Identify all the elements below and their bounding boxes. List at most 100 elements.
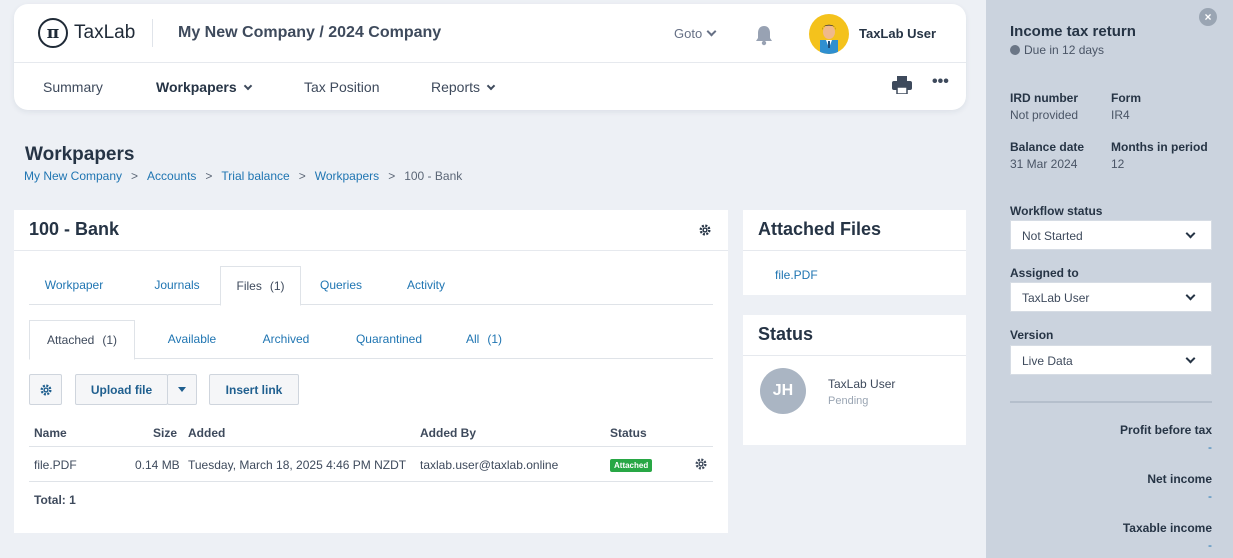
files-total: Total: 1 [34, 493, 76, 507]
company-title[interactable]: My New Company / 2024 Company [178, 24, 441, 42]
nav-reports-label: Reports [431, 79, 481, 95]
breadcrumb-company[interactable]: My New Company [24, 169, 122, 183]
file-added-by: taxlab.user@taxlab.online [420, 458, 559, 472]
chevron-down-icon [1185, 353, 1196, 364]
column-status[interactable]: Status [610, 426, 647, 440]
taxable-income-value[interactable]: - [1208, 538, 1212, 552]
status-card: Status JH TaxLab User Pending [743, 315, 966, 445]
taxable-income-label: Taxable income [1122, 521, 1212, 535]
workflow-label: Workflow status [1010, 204, 1103, 218]
bell-icon[interactable] [754, 24, 774, 46]
balance-date-value: 31 Mar 2024 [1010, 157, 1078, 171]
avatar: JH [760, 368, 806, 414]
tab-journals[interactable]: Journals [135, 266, 219, 305]
status-user: TaxLab User [828, 377, 896, 391]
breadcrumb-trial-balance[interactable]: Trial balance [221, 169, 289, 183]
main-nav: Summary Workpapers Tax Position Reports … [14, 63, 966, 109]
subtab-attached-label: Attached [46, 333, 95, 347]
nav-workpapers-label: Workpapers [156, 79, 237, 95]
printer-icon[interactable] [892, 76, 912, 94]
more-options-icon[interactable]: ••• [932, 73, 949, 91]
file-added: Tuesday, March 18, 2025 4:46 PM NZDT [188, 458, 407, 472]
nav-summary[interactable]: Summary [43, 79, 103, 95]
goto-label: Goto [674, 26, 703, 41]
balance-date-label: Balance date [1010, 140, 1085, 154]
upload-options-button[interactable] [167, 374, 197, 405]
tab-workpaper[interactable]: Workpaper [29, 266, 119, 305]
version-value: Live Data [1022, 354, 1073, 368]
column-size[interactable]: Size [153, 426, 177, 440]
file-filter-tabs: Attached (1) Available Archived Quarantin… [29, 320, 713, 360]
sidebar-title: Income tax return [1010, 23, 1136, 40]
tab-files[interactable]: Files (1) [220, 266, 301, 306]
logo-mark: π [38, 18, 68, 48]
chevron-down-icon [1185, 228, 1196, 239]
close-icon[interactable]: × [1199, 8, 1217, 26]
attached-file-link[interactable]: file.PDF [775, 268, 818, 282]
caret-down-icon [178, 387, 186, 392]
assigned-value: TaxLab User [1022, 291, 1090, 305]
workflow-status-select[interactable]: Not Started [1010, 220, 1212, 250]
subtab-archived[interactable]: Archived [241, 320, 331, 359]
tab-queries[interactable]: Queries [301, 266, 381, 305]
tab-files-count: (1) [269, 279, 285, 293]
breadcrumb-accounts[interactable]: Accounts [147, 169, 196, 183]
column-name[interactable]: Name [34, 426, 67, 440]
column-added[interactable]: Added [188, 426, 225, 440]
status-state: Pending [828, 395, 869, 407]
version-select[interactable]: Live Data [1010, 345, 1212, 375]
ird-label: IRD number [1010, 91, 1079, 105]
nav-tax-position[interactable]: Tax Position [304, 79, 379, 95]
user-name[interactable]: TaxLab User [859, 26, 936, 41]
column-added-by[interactable]: Added By [420, 426, 476, 440]
form-label: Form [1111, 91, 1141, 105]
sidebar-divider [1010, 401, 1212, 403]
breadcrumb-workpapers[interactable]: Workpapers [315, 169, 379, 183]
gear-icon[interactable] [695, 458, 707, 470]
top-bar: π TaxLab My New Company / 2024 Company G… [14, 4, 966, 63]
insert-link-button[interactable]: Insert link [209, 374, 299, 405]
tab-activity[interactable]: Activity [385, 266, 467, 305]
due-text: Due in 12 days [1024, 43, 1105, 57]
version-label: Version [1010, 328, 1054, 342]
table-header: Name Size Added Added By Status [29, 422, 713, 447]
upload-file-button[interactable]: Upload file [75, 374, 168, 405]
subtab-available[interactable]: Available [149, 320, 235, 359]
net-income-value[interactable]: - [1208, 489, 1212, 503]
ird-value: Not provided [1010, 108, 1079, 122]
attached-files-card: Attached Files file.PDF [743, 210, 966, 295]
breadcrumb-separator: > [388, 169, 396, 183]
form-value: IR4 [1111, 108, 1130, 122]
file-settings-button[interactable] [29, 374, 62, 405]
chevron-down-icon [243, 81, 252, 91]
tab-files-label: Files [236, 279, 262, 293]
breadcrumb-separator: > [205, 169, 213, 183]
file-name-link[interactable]: file.PDF [34, 458, 77, 472]
nav-workpapers[interactable]: Workpapers [156, 79, 252, 95]
assigned-to-select[interactable]: TaxLab User [1010, 282, 1212, 312]
clock-icon [1010, 45, 1020, 55]
profit-before-tax-value[interactable]: - [1208, 440, 1212, 454]
subtab-all-count: (1) [487, 332, 502, 346]
avatar-person-icon [820, 24, 838, 54]
taxlab-logo[interactable]: π TaxLab [38, 18, 135, 48]
months-value: 12 [1111, 157, 1125, 171]
workpaper-tabs: Workpaper Journals Files (1) Queries Acti… [29, 266, 713, 306]
page-title: Workpapers [25, 144, 135, 165]
user-avatar[interactable] [809, 14, 849, 54]
panel-title: 100 - Bank [29, 219, 120, 239]
gear-icon[interactable] [699, 224, 711, 236]
chevron-down-icon [706, 26, 717, 37]
subtab-attached[interactable]: Attached (1) [29, 320, 135, 360]
attached-files-title: Attached Files [758, 219, 882, 239]
breadcrumb-separator: > [298, 169, 306, 183]
workflow-value: Not Started [1022, 229, 1083, 243]
subtab-quarantined[interactable]: Quarantined [341, 320, 437, 359]
nav-reports[interactable]: Reports [431, 79, 496, 95]
months-label: Months in period [1111, 140, 1208, 154]
subtab-all[interactable]: All (1) [449, 320, 519, 359]
breadcrumb: My New Company > Accounts > Trial balance > Wo… [24, 169, 462, 183]
panel-header: 100 - Bank [14, 210, 728, 251]
goto-dropdown[interactable]: Goto [674, 26, 717, 41]
status-title: Status [758, 324, 814, 344]
